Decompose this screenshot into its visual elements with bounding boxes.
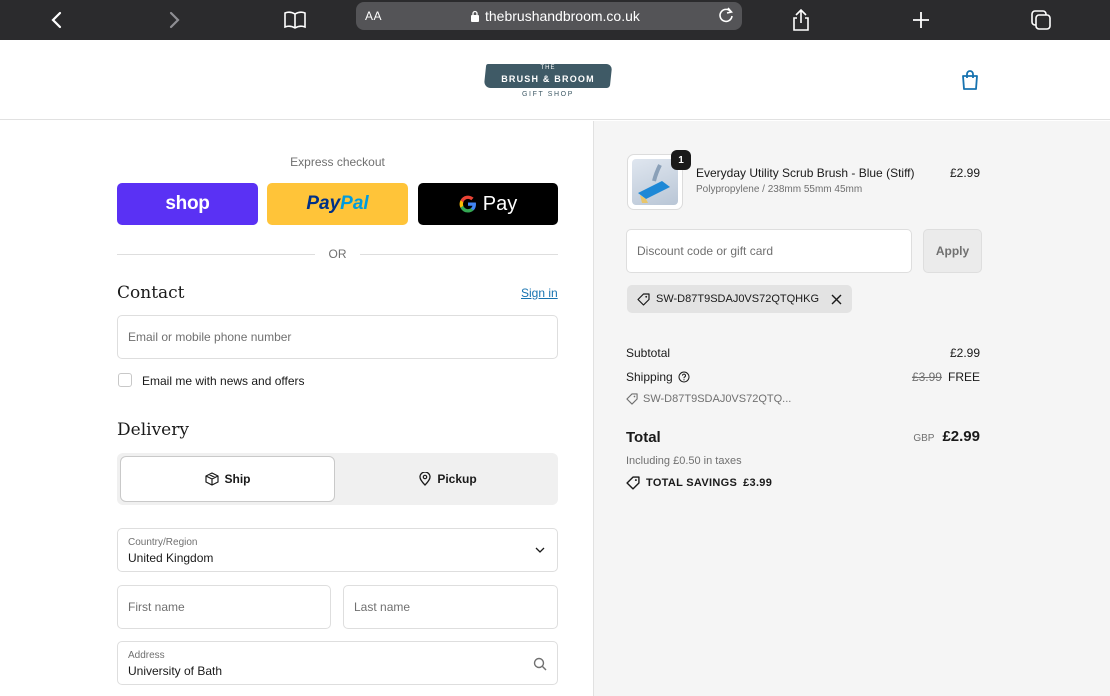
address-value: University of Bath [128,664,223,678]
help-icon[interactable] [678,371,690,383]
discount-code-text: SW-D87T9SDAJ0VS72QTQ... [643,393,792,405]
shipping-original-price: £3.99 [911,370,942,384]
chevron-down-icon [535,547,545,553]
discount-code-line: SW-D87T9SDAJ0VS72QTQ... [626,393,791,405]
shop-pay-button[interactable]: shop [117,183,258,225]
total-label: Total [626,429,661,446]
store-header: THE BRUSH & BROOM GIFT SHOP [0,40,1110,120]
new-tab-icon[interactable] [905,4,937,36]
tag-icon [626,476,640,490]
discount-field[interactable] [626,229,912,273]
reader-aa-button[interactable]: AA [365,9,382,23]
url-text: thebrushandbroom.co.uk [485,8,640,24]
logo-sub-text: GIFT SHOP [522,91,574,98]
newsletter-checkbox[interactable] [118,373,132,387]
first-name-input[interactable] [118,586,330,628]
google-g-icon [459,195,476,213]
location-pin-icon [419,472,431,486]
last-name-field[interactable] [343,585,558,629]
email-input[interactable] [118,316,557,358]
product-variant: Polypropylene / 238mm 55mm 45mm [696,184,863,195]
product-price: £2.99 [949,166,980,180]
product-name: Everyday Utility Scrub Brush - Blue (Sti… [696,166,915,180]
shipping-row-label: Shipping [626,370,690,384]
checkout-form: Express checkout shop Pay Pal Pay OR Cont… [0,121,593,696]
first-name-field[interactable] [117,585,331,629]
applied-discount-chip: SW-D87T9SDAJ0VS72QTQHKG [627,285,853,313]
apply-button[interactable]: Apply [923,229,982,273]
forward-icon[interactable] [159,4,191,36]
store-logo[interactable]: THE BRUSH & BROOM GIFT SHOP [483,62,613,102]
subtotal-value: £2.99 [949,346,980,360]
shipping-free: FREE [947,370,980,384]
remove-discount-icon[interactable] [831,294,842,305]
savings-label: TOTAL SAVINGS [646,477,738,489]
applied-code-text: SW-D87T9SDAJ0VS72QTQHKG [656,293,820,305]
browser-toolbar: AA thebrushandbroom.co.uk [0,0,1110,40]
country-label: Country/Region [128,537,198,548]
paypal-label-part1: Pay [306,193,341,214]
tabs-overview-icon[interactable] [1025,4,1057,36]
back-icon[interactable] [40,4,72,36]
address-field[interactable]: Address University of Bath [117,641,558,685]
tab-pickup-label: Pickup [437,472,477,486]
total-savings: TOTAL SAVINGS £3.99 [626,476,772,490]
bookmarks-icon[interactable] [279,4,311,36]
tag-icon [637,292,650,306]
total-value: £2.99 [942,428,980,445]
logo-main-text: BRUSH & BROOM [501,74,595,84]
order-summary: 1 Everyday Utility Scrub Brush - Blue (S… [593,121,1110,696]
shipping-label: Shipping [626,370,673,384]
search-icon[interactable] [533,657,547,671]
shop-pay-label: shop [165,193,210,214]
share-icon[interactable] [785,4,817,36]
country-value: United Kingdom [128,551,214,565]
tab-pickup[interactable]: Pickup [341,456,555,502]
address-bar[interactable]: AA thebrushandbroom.co.uk [356,2,742,30]
google-pay-label: Pay [482,192,518,215]
quantity-badge: 1 [671,150,691,170]
paypal-label-part2: Pal [340,193,369,214]
lock-icon [471,10,479,22]
last-name-input[interactable] [344,586,557,628]
newsletter-label: Email me with news and offers [142,374,305,388]
total-currency: GBP [913,433,935,444]
contact-heading: Contact [117,283,185,303]
address-label: Address [128,650,165,661]
package-icon [204,472,219,486]
divider-line-right [360,254,558,255]
shipping-value: £3.99 FREE [912,370,980,384]
google-pay-button[interactable]: Pay [418,183,558,225]
product-thumbnail: 1 [627,150,691,210]
sign-in-link[interactable]: Sign in [521,286,558,300]
delivery-method-tabs: Ship Pickup [117,453,558,505]
reload-icon[interactable] [716,5,736,28]
or-divider: OR [117,247,558,261]
savings-value: £3.99 [743,477,773,489]
country-select[interactable]: Country/Region United Kingdom [117,528,558,572]
tab-ship[interactable]: Ship [120,456,335,502]
express-checkout-label: Express checkout [290,155,385,169]
tag-icon [626,393,638,405]
shopping-bag-icon[interactable] [959,69,981,91]
email-field[interactable] [117,315,558,359]
taxes-line: Including £0.50 in taxes [626,455,742,467]
subtotal-label: Subtotal [626,346,671,360]
paypal-button[interactable]: Pay Pal [267,183,408,225]
logo-top-text: THE [540,65,556,71]
total-value-group: GBP £2.99 [913,428,980,445]
tab-ship-label: Ship [224,472,251,486]
discount-input[interactable] [627,230,911,272]
delivery-heading: Delivery [117,420,189,440]
